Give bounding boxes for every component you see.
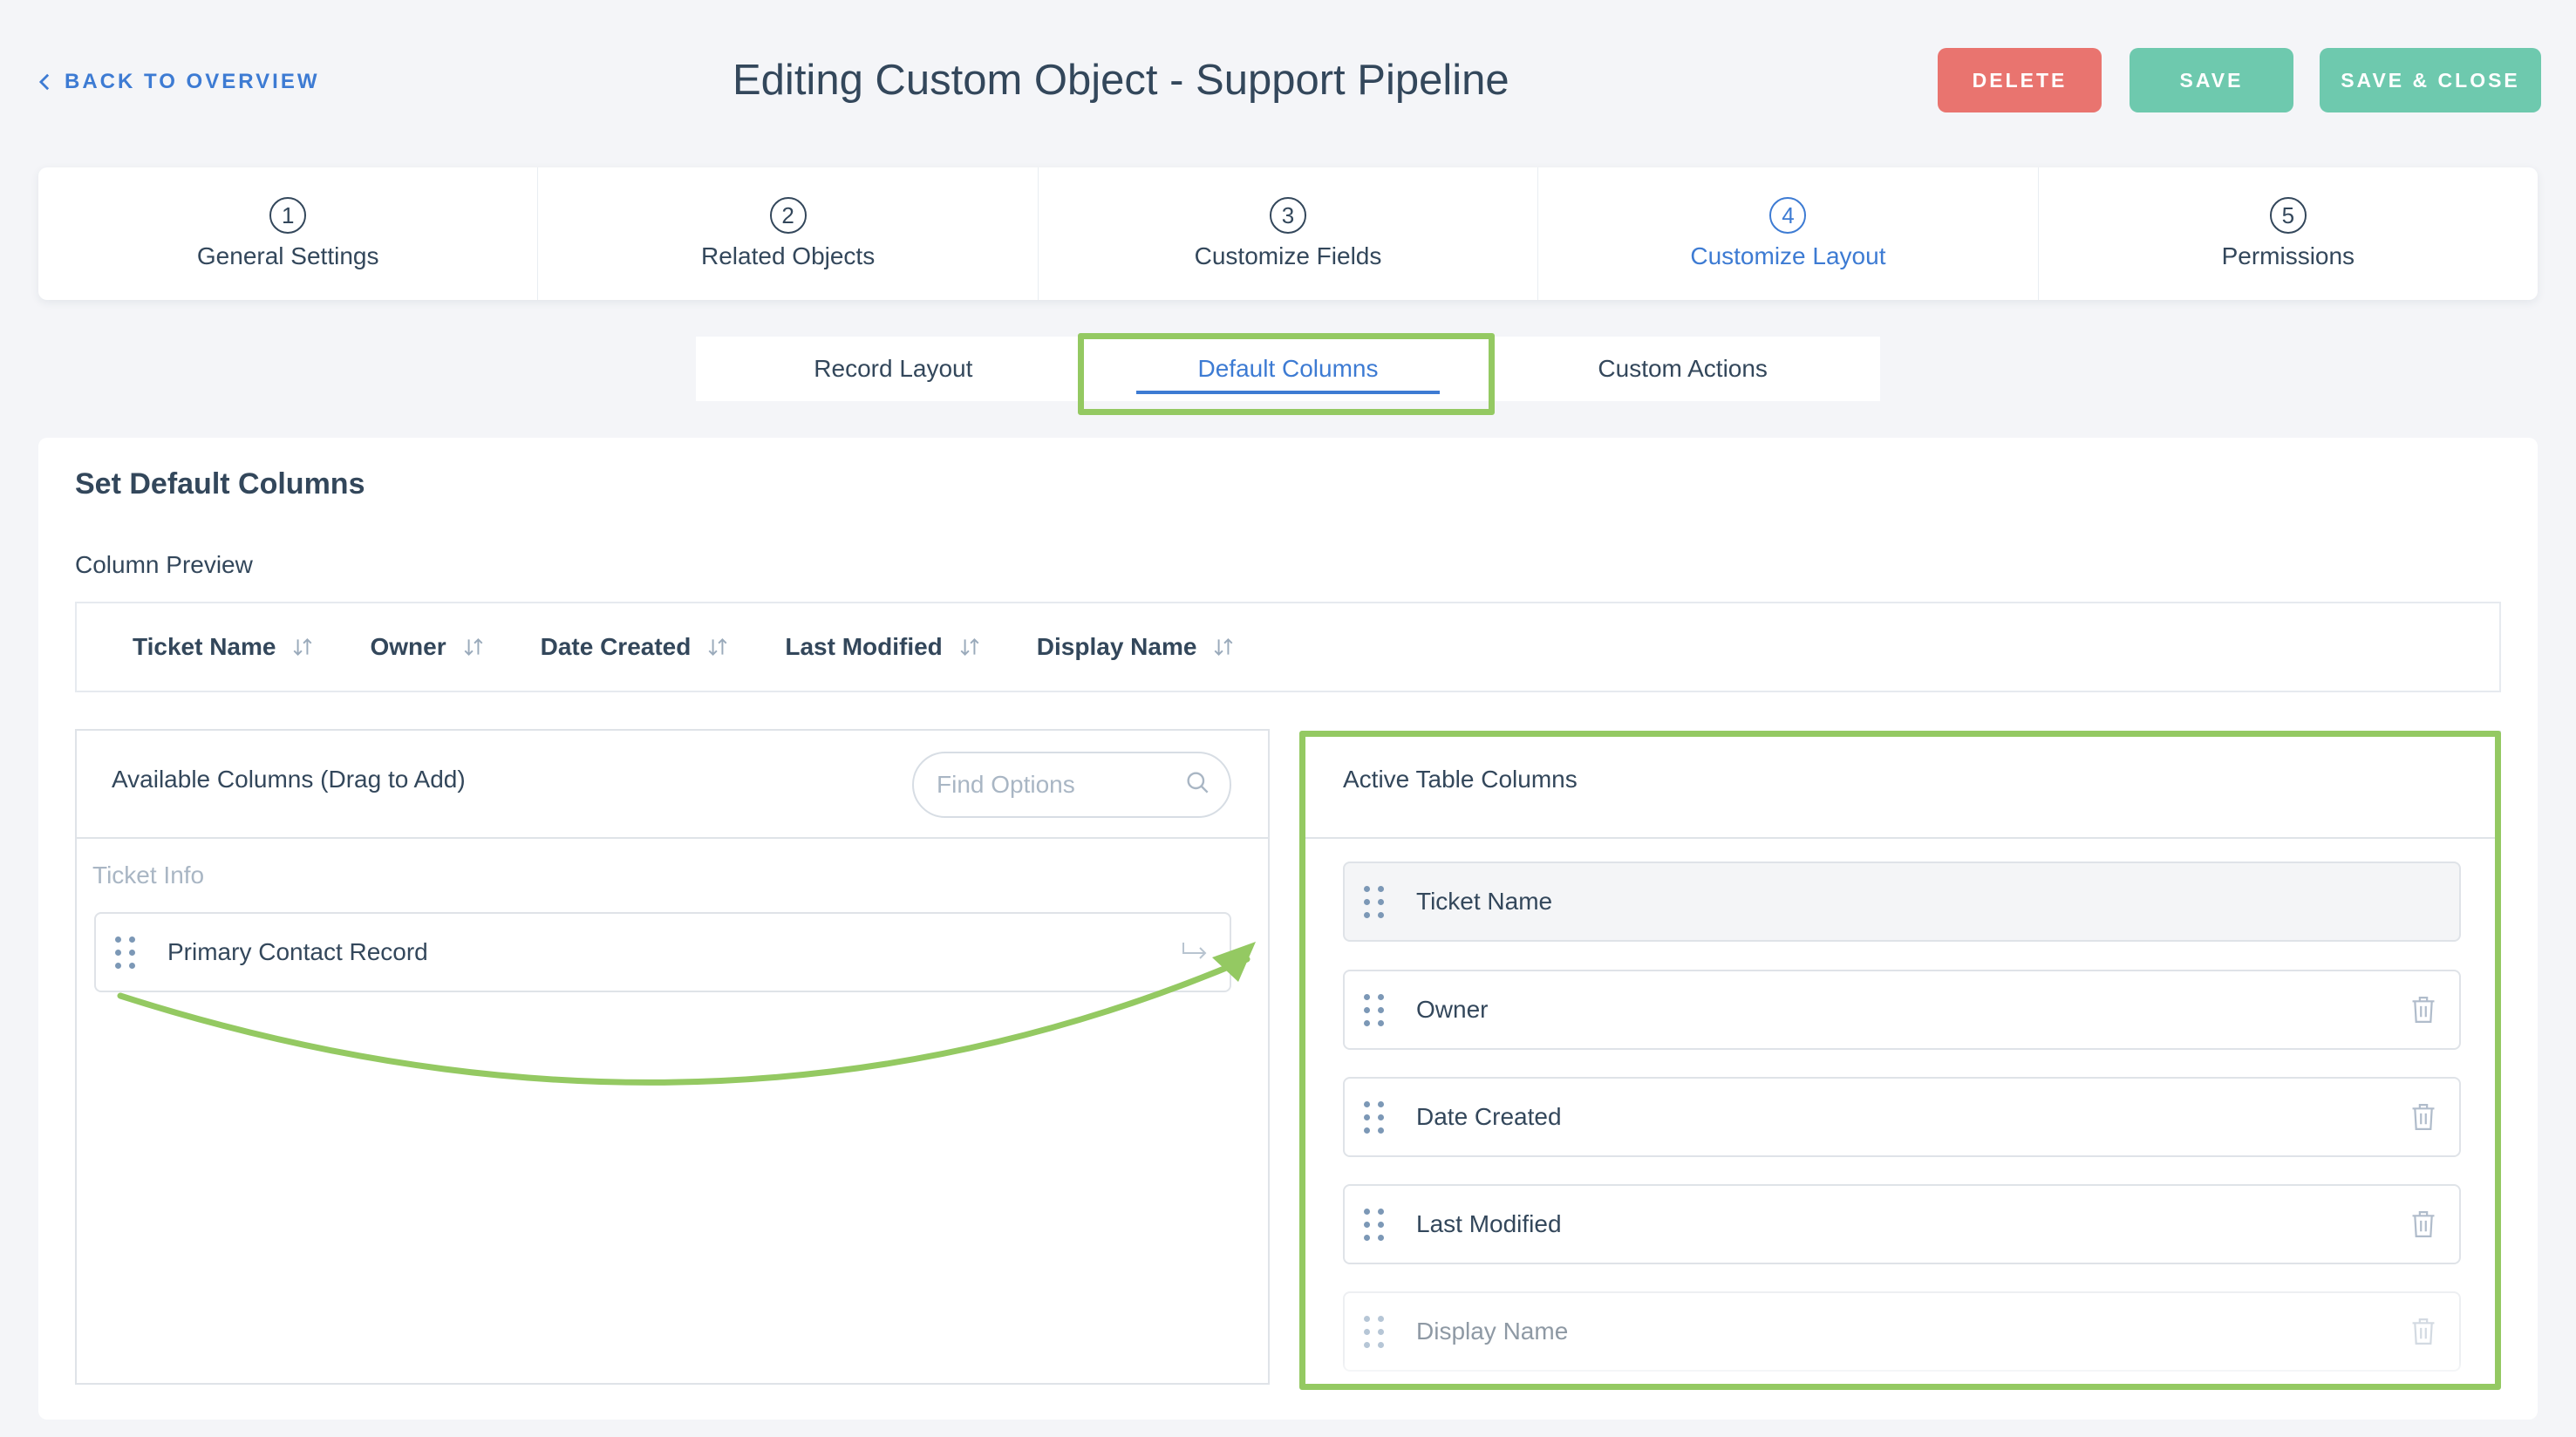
active-item-label: Display Name [1416,1318,1569,1345]
drag-handle-icon[interactable] [1364,1314,1385,1349]
active-item-ticket-name[interactable]: Ticket Name [1343,862,2461,942]
layout-subtabs: Record Layout Default Columns Custom Act… [696,337,1880,401]
sort-icon [294,637,312,657]
drag-handle-icon[interactable] [1364,1100,1385,1134]
trash-icon[interactable] [2409,1316,2438,1347]
step-number: 1 [269,197,307,234]
scroll-fade [1308,1360,2496,1385]
sort-icon [708,637,727,657]
step-customize-layout[interactable]: 4 Customize Layout [1538,167,2039,300]
save-button[interactable]: SAVE [2130,48,2293,112]
active-item-date-created[interactable]: Date Created [1343,1077,2461,1157]
active-item-owner[interactable]: Owner [1343,970,2461,1050]
page-title: Editing Custom Object - Support Pipeline [733,57,1509,104]
step-label: General Settings [196,242,379,269]
step-label: Customize Layout [1690,242,1886,269]
wizard-steps: 1 General Settings 2 Related Objects 3 C… [38,167,2538,300]
column-preview-bar: Ticket Name Owner Date Created Last Modi… [75,602,2501,692]
step-permissions[interactable]: 5 Permissions [2039,167,2538,300]
preview-column-label: Date Created [540,633,692,660]
chevron-left-icon [38,73,50,91]
sort-icon [1214,637,1233,657]
trash-icon[interactable] [2409,1209,2438,1240]
tab-default-columns[interactable]: Default Columns [1091,337,1486,401]
available-columns-title: Available Columns (Drag to Add) [112,766,466,793]
preview-column-last-modified[interactable]: Last Modified [785,633,980,661]
drag-handle-icon[interactable] [1364,1207,1385,1242]
preview-column-display-name[interactable]: Display Name [1037,633,1236,661]
sort-icon [960,637,979,657]
step-related-objects[interactable]: 2 Related Objects [538,167,1039,300]
section-title: Set Default Columns [75,467,365,501]
trash-icon[interactable] [2409,994,2438,1025]
active-item-last-modified[interactable]: Last Modified [1343,1184,2461,1264]
active-item-label: Ticket Name [1416,888,1553,915]
preview-column-date-created[interactable]: Date Created [541,633,730,661]
drag-handle-icon[interactable] [1364,884,1385,919]
step-label: Permissions [2221,242,2355,269]
step-number: 4 [1769,197,1807,234]
preview-column-label: Ticket Name [133,633,276,660]
step-label: Related Objects [701,242,876,269]
drag-handle-icon[interactable] [1364,992,1385,1027]
step-number: 2 [769,197,807,234]
preview-column-ticket-name[interactable]: Ticket Name [133,633,314,661]
back-to-overview-link[interactable]: BACK TO OVERVIEW [37,65,319,99]
active-item-label: Last Modified [1416,1210,1562,1237]
step-label: Customize Fields [1194,242,1382,269]
preview-column-label: Owner [370,633,446,660]
step-number: 3 [1270,197,1307,234]
trash-icon[interactable] [2409,1101,2438,1133]
delete-button[interactable]: DELETE [1938,48,2102,112]
column-preview-label: Column Preview [75,551,253,578]
drag-direction-arrow [117,942,1256,1086]
group-label-ticket-info: Ticket Info [92,862,205,889]
save-and-close-button[interactable]: SAVE & CLOSE [2320,48,2541,112]
step-general-settings[interactable]: 1 General Settings [38,167,539,300]
search-icon [1187,772,1209,793]
sort-icon [464,637,483,657]
preview-column-label: Last Modified [785,633,943,660]
preview-column-label: Display Name [1036,633,1197,660]
step-customize-fields[interactable]: 3 Customize Fields [1039,167,1539,300]
back-link-label: BACK TO OVERVIEW [65,70,320,93]
step-number: 5 [2269,197,2307,234]
active-item-label: Date Created [1416,1103,1562,1130]
preview-column-owner[interactable]: Owner [370,633,484,661]
tab-custom-actions[interactable]: Custom Actions [1485,337,1880,401]
active-columns-title: Active Table Columns [1343,766,1578,793]
active-item-label: Owner [1416,996,1489,1023]
tab-record-layout[interactable]: Record Layout [696,337,1091,401]
